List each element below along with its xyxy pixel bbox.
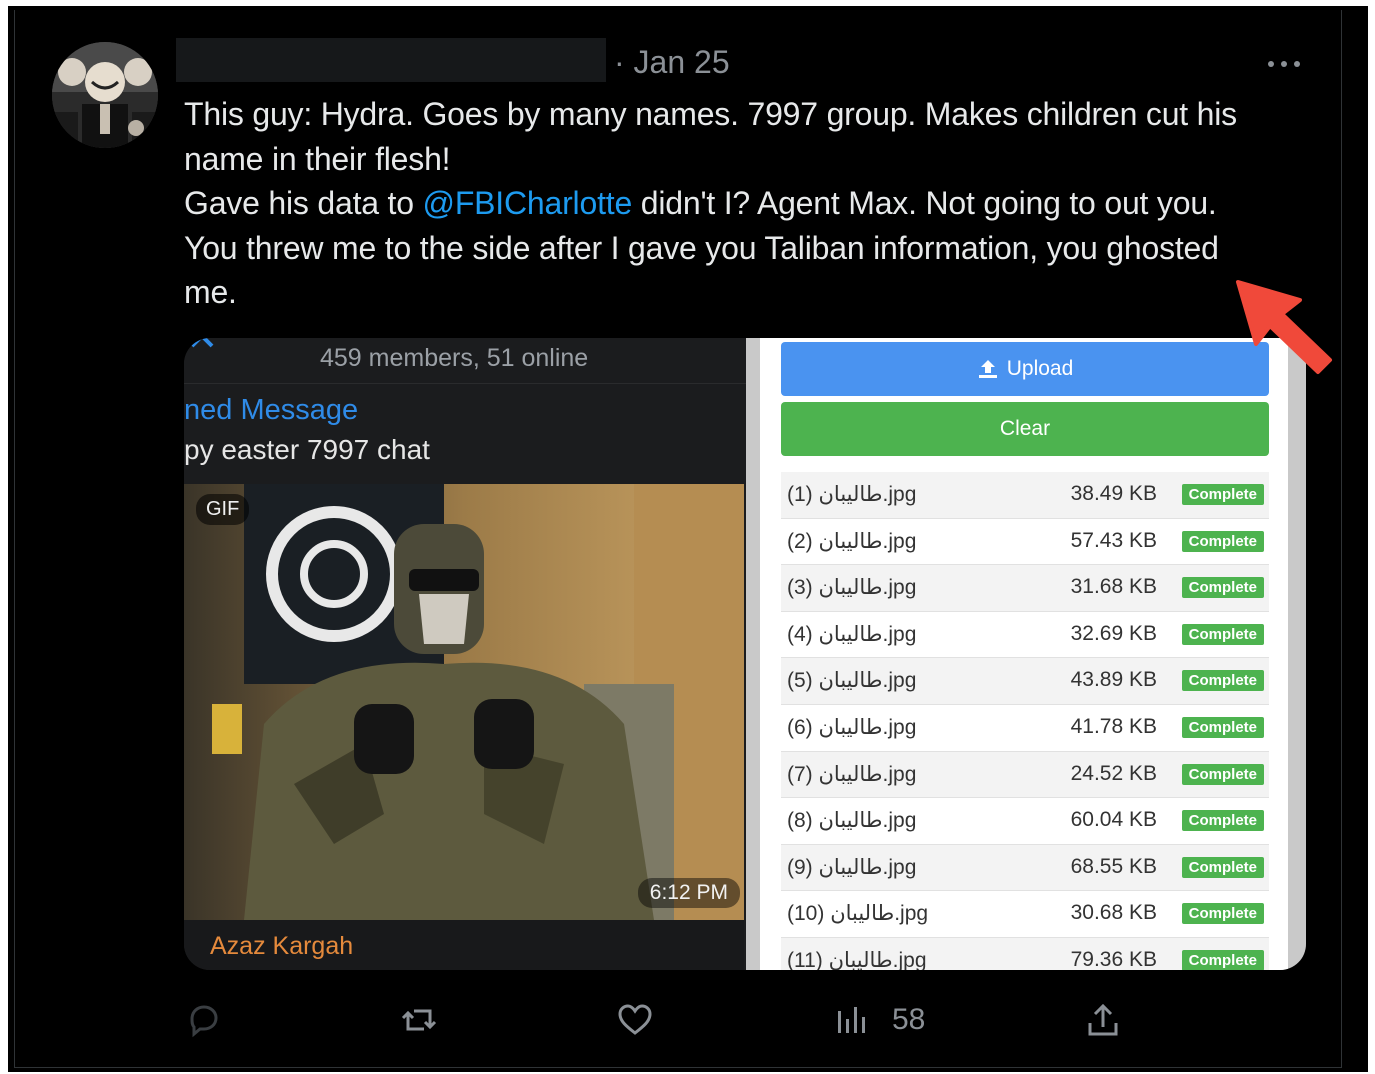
file-name: (1) طاليبان.jpg — [787, 483, 917, 506]
file-size: 41.78 KB — [1070, 714, 1157, 738]
member-count: 459 members, 51 online — [320, 344, 589, 372]
tweet-text-segment: didn't I? Agent Max. Not going to out yo… — [632, 185, 1217, 221]
status-badge: Complete — [1181, 810, 1264, 832]
telegram-message-bubble: Azaz Kargah — [184, 920, 744, 970]
file-size: 30.68 KB — [1070, 901, 1157, 925]
tweet-media[interactable]: 459 members, 51 online ned Message py ea… — [184, 338, 1306, 970]
file-row: (10) طاليبان.jpg 30.68 KB Complete — [781, 891, 1269, 938]
file-row: (9) طاليبان.jpg 68.55 KB Complete — [781, 844, 1269, 892]
file-size: 68.55 KB — [1070, 854, 1157, 878]
back-arrow-icon — [190, 338, 214, 348]
file-row: (11) طاليبان.jpg 79.36 KB Complete — [781, 937, 1269, 970]
video-frame — [184, 484, 744, 920]
telegram-header: 459 members, 51 online — [184, 338, 746, 384]
file-name: (6) طاليبان.jpg — [787, 715, 917, 739]
file-size: 32.69 KB — [1070, 621, 1157, 645]
file-row: (4) طاليبان.jpg 32.69 KB Complete — [781, 612, 1269, 659]
file-name: (3) طاليبان.jpg — [787, 576, 917, 600]
mention-link[interactable]: @FBICharlotte — [423, 185, 633, 221]
avatar[interactable] — [52, 42, 158, 148]
file-size: 31.68 KB — [1070, 575, 1157, 599]
tweet-text: This guy: Hydra. Goes by many names. 799… — [184, 92, 1324, 315]
upload-screenshot: Upload Clear (1) طاليبان.jpg 38.49 KB Comp… — [746, 338, 1306, 970]
gif-video: GIF 6:12 PM — [184, 484, 744, 920]
gif-badge: GIF — [196, 494, 250, 525]
share-icon — [1088, 1003, 1118, 1036]
reply-button[interactable] — [184, 990, 222, 1050]
file-row: (8) طاليبان.jpg 60.04 KB Complete — [781, 798, 1269, 845]
file-size: 24.52 KB — [1070, 761, 1157, 785]
file-name: (2) طاليبان.jpg — [787, 529, 917, 553]
upload-panel: Upload Clear (1) طاليبان.jpg 38.49 KB Comp… — [760, 338, 1288, 970]
pinned-message-label: ned Message — [184, 394, 359, 426]
tweet-text-line-3: Gave his data to @FBICharlotte didn't I?… — [184, 181, 1324, 226]
like-icon — [618, 1004, 652, 1035]
file-row: (3) طاليبان.jpg 31.68 KB Complete — [781, 565, 1269, 612]
file-name: (8) طاليبان.jpg — [787, 809, 917, 833]
views-icon — [838, 1007, 865, 1033]
status-badge: Complete — [1181, 484, 1264, 505]
status-badge: Complete — [1181, 903, 1264, 925]
status-badge: Complete — [1181, 763, 1264, 785]
file-row: (7) طاليبان.jpg 24.52 KB Complete — [781, 751, 1269, 799]
file-row: (5) طاليبان.jpg 43.89 KB Complete — [781, 658, 1269, 705]
file-list: (1) طاليبان.jpg 38.49 KB Complete (2) طاليب… — [781, 472, 1269, 970]
status-badge: Complete — [1181, 623, 1264, 645]
clear-button[interactable]: Clear — [781, 402, 1269, 456]
upload-button-label: Upload — [1006, 357, 1074, 380]
file-row: (1) طاليبان.jpg 38.49 KB Complete — [781, 472, 1269, 519]
clear-button-label: Clear — [999, 417, 1051, 440]
like-button[interactable] — [616, 990, 654, 1050]
file-size: 57.43 KB — [1070, 528, 1157, 552]
file-size: 79.36 KB — [1070, 947, 1157, 970]
status-badge: Complete — [1181, 716, 1264, 738]
more-icon[interactable] — [1265, 52, 1303, 76]
telegram-screenshot: 459 members, 51 online ned Message py ea… — [184, 338, 746, 970]
file-name: (10) طاليبان.jpg — [787, 902, 929, 926]
tweet-text-line-4: You threw me to the side after I gave yo… — [184, 229, 1219, 266]
upload-button[interactable]: Upload — [781, 342, 1269, 396]
file-name: (9) طاليبان.jpg — [787, 855, 917, 879]
file-row: (2) طاليبان.jpg 57.43 KB Complete — [781, 519, 1269, 566]
tweet-text-line-2: name in their flesh! — [184, 140, 451, 177]
annotation-arrow — [1236, 280, 1332, 374]
file-size: 38.49 KB — [1070, 482, 1157, 505]
status-badge: Complete — [1181, 530, 1264, 552]
file-name: (5) طاليبان.jpg — [787, 669, 917, 693]
message-time: 6:12 PM — [637, 878, 740, 908]
file-name: (11) طاليبان.jpg — [787, 948, 927, 970]
redacted-username — [176, 38, 606, 82]
tweet-actions: 58 — [0, 990, 1375, 1050]
tweet-text-line-5: me. — [184, 274, 237, 310]
share-button[interactable] — [1084, 990, 1122, 1050]
views-count: 58 — [892, 1003, 926, 1036]
file-name: (4) طاليبان.jpg — [787, 622, 917, 646]
tweet-date[interactable]: · Jan 25 — [614, 42, 730, 82]
file-size: 60.04 KB — [1070, 808, 1157, 832]
pinned-message-text: py easter 7997 chat — [184, 434, 430, 465]
sender-name: Azaz Kargah — [210, 932, 354, 960]
retweet-button[interactable] — [400, 990, 438, 1050]
upload-icon — [978, 360, 997, 378]
retweet-icon — [401, 1009, 437, 1031]
views-button[interactable]: 58 — [832, 990, 925, 1050]
file-row: (6) طاليبان.jpg 41.78 KB Complete — [781, 705, 1269, 752]
status-badge: Complete — [1181, 856, 1264, 878]
status-badge: Complete — [1181, 949, 1264, 970]
status-badge: Complete — [1181, 577, 1264, 599]
avatar-image — [52, 42, 158, 148]
tweet-text-line-1: This guy: Hydra. Goes by many names. 799… — [184, 96, 1237, 132]
reply-icon — [190, 1005, 218, 1038]
file-size: 43.89 KB — [1070, 668, 1157, 692]
status-badge: Complete — [1181, 670, 1264, 692]
file-name: (7) طاليبان.jpg — [787, 762, 917, 786]
tweet-text-segment: Gave his data to — [184, 185, 423, 221]
